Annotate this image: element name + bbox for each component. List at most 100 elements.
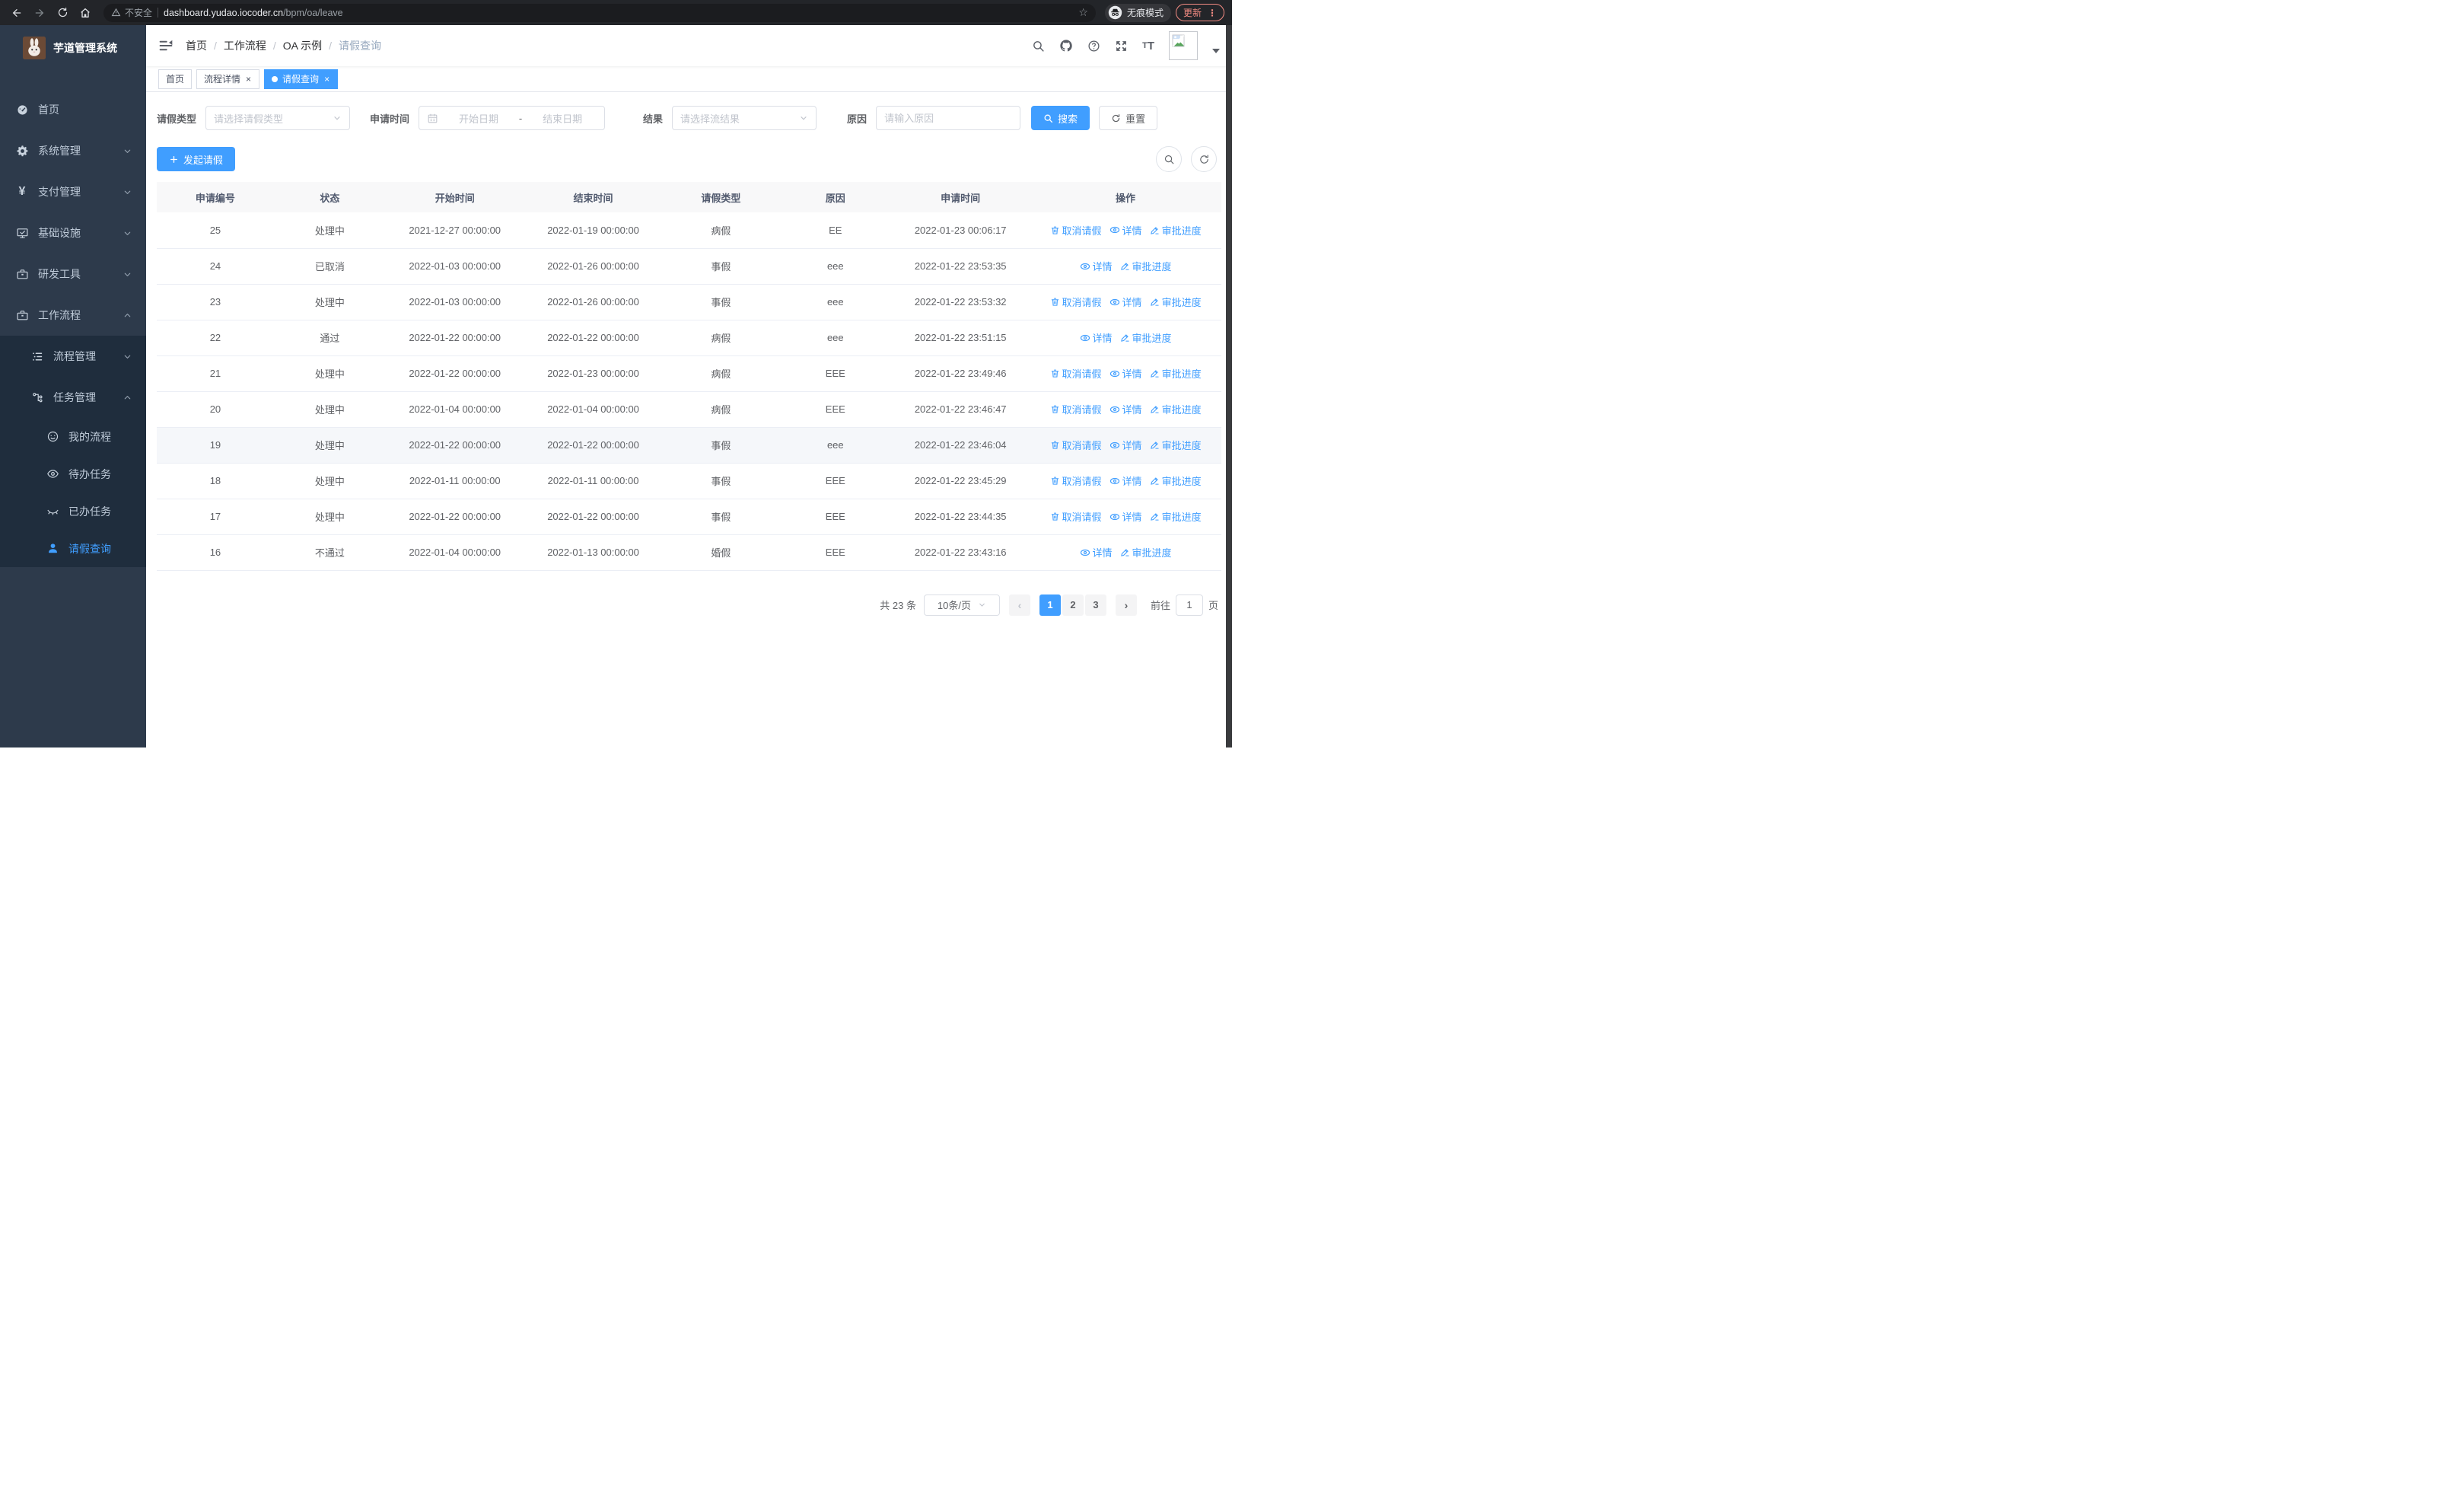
sidebar-item-首页[interactable]: 首页 xyxy=(0,89,146,130)
next-page-button[interactable]: › xyxy=(1115,594,1137,616)
detail-link[interactable]: 详情 xyxy=(1109,402,1142,416)
page-size-select[interactable]: 10条/页 xyxy=(923,594,1000,616)
close-icon[interactable]: × xyxy=(323,75,330,84)
progress-link[interactable]: 审批进度 xyxy=(1120,330,1172,345)
breadcrumb-item[interactable]: 工作流程 xyxy=(224,38,266,53)
goto-page-input[interactable] xyxy=(1175,594,1203,616)
progress-link[interactable]: 审批进度 xyxy=(1150,366,1202,381)
bookmark-star-icon[interactable]: ☆ xyxy=(1078,6,1088,19)
chevron-up-icon xyxy=(123,393,132,403)
breadcrumb-item[interactable]: 首页 xyxy=(186,38,207,53)
detail-link[interactable]: 详情 xyxy=(1109,295,1142,309)
tag-流程详情[interactable]: 流程详情 × xyxy=(196,69,260,89)
progress-link[interactable]: 审批进度 xyxy=(1150,438,1202,452)
address-bar[interactable]: 不安全 dashboard.yudao.iocoder.cn/bpm/oa/le… xyxy=(103,3,1096,22)
create-leave-button[interactable]: 发起请假 xyxy=(157,147,236,171)
tags-view: 首页 流程详情 × 请假查询 × xyxy=(146,66,1232,92)
progress-link[interactable]: 审批进度 xyxy=(1150,402,1202,416)
refresh-table-button[interactable] xyxy=(1191,146,1217,172)
tag-label: 流程详情 xyxy=(204,74,241,84)
reason-input[interactable] xyxy=(876,106,1021,130)
browser-back-icon[interactable] xyxy=(8,4,26,22)
edit-icon xyxy=(1150,512,1160,521)
detail-link[interactable]: 详情 xyxy=(1109,473,1142,488)
prev-page-button[interactable]: ‹ xyxy=(1008,594,1030,616)
cell-end: 2022-01-23 00:00:00 xyxy=(524,355,663,392)
page-button-3[interactable]: 3 xyxy=(1084,594,1106,616)
goto-label: 前往 xyxy=(1150,600,1170,611)
goto-suffix: 页 xyxy=(1208,600,1218,611)
detail-link[interactable]: 详情 xyxy=(1080,545,1113,559)
cancel-link[interactable]: 取消请假 xyxy=(1050,509,1102,524)
github-icon[interactable] xyxy=(1059,39,1073,53)
cell-applied: 2022-01-22 23:46:04 xyxy=(891,427,1030,464)
avatar[interactable] xyxy=(1169,31,1198,60)
sidebar-item-研发工具[interactable]: 研发工具 xyxy=(0,253,146,295)
cancel-link[interactable]: 取消请假 xyxy=(1050,402,1102,416)
reset-button[interactable]: 重置 xyxy=(1099,106,1158,130)
breadcrumb-separator: / xyxy=(214,40,217,52)
detail-link[interactable]: 详情 xyxy=(1109,223,1142,237)
breadcrumb-item[interactable]: OA 示例 xyxy=(283,38,322,53)
sidebar-collapse-icon[interactable] xyxy=(158,38,173,53)
search-icon[interactable] xyxy=(1032,40,1045,53)
leave-type-select[interactable]: 请选择请假类型 xyxy=(205,106,351,130)
sidebar-item-请假查询[interactable]: 请假查询 xyxy=(0,530,146,567)
sidebar-item-流程管理[interactable]: 流程管理 xyxy=(0,336,146,377)
cancel-link[interactable]: 取消请假 xyxy=(1050,223,1102,237)
cell-reason: EE xyxy=(779,212,892,249)
avatar-caret-icon[interactable] xyxy=(1212,49,1220,53)
progress-link[interactable]: 审批进度 xyxy=(1120,259,1172,273)
apply-time-range-picker[interactable]: 开始日期 - 结束日期 xyxy=(419,106,606,130)
eye-icon xyxy=(1109,368,1120,379)
sidebar-item-支付管理[interactable]: ¥ 支付管理 xyxy=(0,171,146,212)
sidebar-item-系统管理[interactable]: 系统管理 xyxy=(0,130,146,171)
font-size-icon[interactable]: TT xyxy=(1142,40,1154,53)
edit-icon xyxy=(1150,297,1160,307)
help-icon[interactable] xyxy=(1087,40,1100,53)
search-button[interactable]: 搜索 xyxy=(1031,106,1090,130)
result-select[interactable]: 请选择流结果 xyxy=(672,106,817,130)
cell-id: 20 xyxy=(157,391,274,428)
cancel-link[interactable]: 取消请假 xyxy=(1050,438,1102,452)
browser-forward-icon[interactable] xyxy=(30,4,49,22)
tag-首页[interactable]: 首页 xyxy=(158,69,193,89)
sidebar-item-待办任务[interactable]: 待办任务 xyxy=(0,455,146,492)
fullscreen-icon[interactable] xyxy=(1115,40,1128,53)
sidebar-item-任务管理[interactable]: 任务管理 xyxy=(0,377,146,418)
progress-link[interactable]: 审批进度 xyxy=(1150,223,1202,237)
sidebar-item-工作流程[interactable]: 工作流程 xyxy=(0,295,146,336)
cancel-link[interactable]: 取消请假 xyxy=(1050,366,1102,381)
cell-actions: 取消请假 详情 审批进度 xyxy=(1030,284,1221,320)
not-secure-warning[interactable]: 不安全 xyxy=(111,6,152,19)
edit-icon xyxy=(1150,368,1160,378)
browser-menu-icon[interactable]: ⋮ xyxy=(1208,8,1217,18)
toggle-search-button[interactable] xyxy=(1156,146,1182,172)
cell-id: 16 xyxy=(157,534,274,571)
detail-link[interactable]: 详情 xyxy=(1109,366,1142,381)
browser-reload-icon[interactable] xyxy=(53,4,72,22)
detail-link[interactable]: 详情 xyxy=(1109,438,1142,452)
page-scrollbar[interactable] xyxy=(1226,25,1232,748)
sidebar-item-基础设施[interactable]: 基础设施 xyxy=(0,212,146,253)
cancel-link[interactable]: 取消请假 xyxy=(1050,295,1102,309)
progress-link[interactable]: 审批进度 xyxy=(1150,509,1202,524)
eye-open-icon xyxy=(46,467,59,480)
progress-link[interactable]: 审批进度 xyxy=(1150,295,1202,309)
detail-link[interactable]: 详情 xyxy=(1109,509,1142,524)
page-button-2[interactable]: 2 xyxy=(1062,594,1084,616)
browser-home-icon[interactable] xyxy=(76,4,94,22)
cell-type: 事假 xyxy=(662,427,780,464)
cancel-link[interactable]: 取消请假 xyxy=(1050,473,1102,488)
close-icon[interactable]: × xyxy=(245,75,252,84)
progress-link[interactable]: 审批进度 xyxy=(1150,473,1202,488)
page-button-1[interactable]: 1 xyxy=(1039,594,1061,616)
detail-link[interactable]: 详情 xyxy=(1080,259,1113,273)
progress-link[interactable]: 审批进度 xyxy=(1120,545,1172,559)
detail-link[interactable]: 详情 xyxy=(1080,330,1113,345)
sidebar-item-我的流程[interactable]: 我的流程 xyxy=(0,418,146,455)
tag-请假查询[interactable]: 请假查询 × xyxy=(264,69,339,89)
table-body: 25 处理中 2021-12-27 00:00:00 2022-01-19 00:00… xyxy=(157,212,1221,571)
sidebar-item-已办任务[interactable]: 已办任务 xyxy=(0,492,146,530)
browser-update-button[interactable]: 更新 ⋮ xyxy=(1175,4,1224,21)
